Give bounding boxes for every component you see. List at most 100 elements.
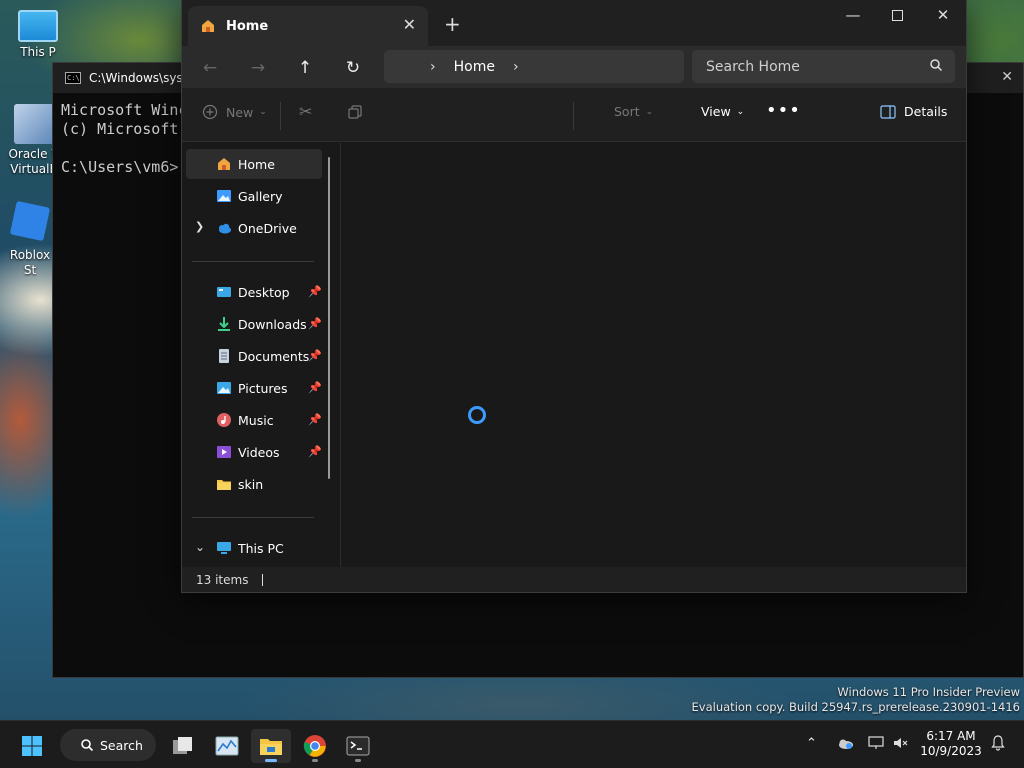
address-bar[interactable]: › Home › [384, 50, 684, 83]
volume-muted-icon[interactable] [893, 736, 909, 754]
taskbar-app-task-manager[interactable] [207, 729, 247, 763]
task-view-icon [173, 737, 192, 754]
pin-icon[interactable]: 📌 [308, 317, 322, 330]
pin-icon[interactable]: 📌 [308, 445, 322, 458]
onedrive-tray-icon[interactable] [836, 736, 854, 754]
chevron-right-icon[interactable]: › [430, 59, 436, 75]
sidebar-scrollbar[interactable] [328, 157, 330, 479]
arrow-up-icon: ↑ [297, 58, 313, 78]
plus-circle-icon [202, 104, 218, 120]
watermark-line: Evaluation copy. Build 25947.rs_prerelea… [691, 700, 1020, 714]
sidebar-item-home[interactable]: Home [186, 149, 322, 179]
up-button[interactable]: ↑ [289, 53, 321, 83]
breadcrumb-home[interactable]: Home [454, 59, 495, 75]
home-icon [218, 158, 230, 170]
taskbar: Search ⌃ 6:17 AM 10/9/2023 [0, 720, 1024, 768]
file-explorer-window[interactable]: Home ✕ + — ✕ ← → ↑ ↻ › Home › Search Hom… [181, 0, 967, 593]
pin-icon[interactable]: 📌 [308, 349, 322, 362]
network-icon [868, 736, 884, 749]
sidebar-item-label: Gallery [238, 188, 283, 204]
windows-watermark: Windows 11 Pro Insider Preview Evaluatio… [692, 685, 1020, 715]
clock[interactable]: 6:17 AM 10/9/2023 [916, 729, 986, 759]
minimize-button[interactable]: — [830, 0, 876, 30]
sidebar-item-skin[interactable]: skin [186, 469, 322, 499]
toolbar-divider [573, 102, 574, 130]
pane-splitter[interactable] [340, 143, 341, 567]
notifications-button[interactable] [990, 735, 1006, 755]
tab-home[interactable]: Home ✕ [188, 6, 428, 46]
navigation-bar: ← → ↑ ↻ › Home › Search Home [182, 46, 966, 88]
clock-date: 10/9/2023 [920, 744, 982, 758]
navigation-pane: Home Gallery ❯ OneDrive Desktop 📌 Downlo… [182, 143, 340, 567]
sort-button[interactable]: Sort ⌄ [614, 104, 653, 119]
watermark-line: Windows 11 Pro Insider Preview [837, 685, 1020, 699]
network-icon[interactable] [868, 736, 884, 754]
pin-icon[interactable]: 📌 [308, 285, 322, 298]
sidebar-item-videos[interactable]: Videos 📌 [186, 437, 322, 467]
cmd-close-button[interactable]: ✕ [1001, 69, 1013, 85]
new-button[interactable]: New ⌄ [202, 104, 267, 120]
sidebar-item-this-pc[interactable]: ⌄ This PC [186, 533, 322, 563]
videos-icon [217, 446, 231, 458]
taskbar-search-label: Search [100, 737, 143, 753]
cmd-title: C:\Windows\sys [89, 71, 183, 85]
sidebar-divider [192, 261, 314, 262]
chevron-right-icon[interactable]: › [513, 59, 519, 75]
new-tab-button[interactable]: + [444, 12, 461, 36]
desktop-icon-this-pc[interactable]: This P [10, 10, 66, 60]
cut-button[interactable]: ✂ [299, 102, 312, 121]
sidebar-item-label: Music [238, 412, 274, 428]
close-button[interactable]: ✕ [920, 0, 966, 30]
task-view-button[interactable] [163, 729, 203, 763]
sidebar-item-label: skin [238, 476, 264, 492]
details-label: Details [904, 104, 948, 119]
pin-icon[interactable]: 📌 [308, 381, 322, 394]
clock-time: 6:17 AM [926, 729, 976, 743]
desktop-icon-label: This P [20, 45, 56, 59]
chrome-icon [303, 735, 326, 757]
sidebar-item-label: Desktop [238, 284, 290, 300]
taskbar-search[interactable]: Search [60, 729, 156, 761]
sidebar-item-music[interactable]: Music 📌 [186, 405, 322, 435]
view-button[interactable]: View ⌄ [701, 104, 744, 119]
sidebar-item-onedrive[interactable]: ❯ OneDrive [186, 213, 322, 243]
sidebar-item-desktop[interactable]: Desktop 📌 [186, 277, 322, 307]
chevron-down-icon: ⌄ [259, 107, 267, 117]
running-indicator [312, 759, 318, 762]
back-button[interactable]: ← [194, 53, 226, 83]
taskbar-app-file-explorer[interactable] [251, 729, 291, 763]
file-list-area[interactable] [342, 143, 966, 567]
music-icon [217, 413, 231, 427]
details-pane-icon [880, 104, 896, 119]
start-button[interactable] [12, 729, 52, 763]
sidebar-item-documents[interactable]: Documents 📌 [186, 341, 322, 371]
taskbar-app-chrome[interactable] [295, 729, 335, 763]
desktop-icon-roblox[interactable]: Roblox St [2, 200, 58, 278]
chevron-down-icon[interactable]: ⌄ [195, 540, 205, 554]
copy-button[interactable] [347, 104, 363, 120]
details-button[interactable]: Details [880, 104, 947, 119]
downloads-icon [218, 317, 230, 331]
sidebar-item-pictures[interactable]: Pictures 📌 [186, 373, 322, 403]
search-box[interactable]: Search Home [692, 50, 955, 83]
more-icon: ••• [766, 100, 801, 121]
sidebar-item-downloads[interactable]: Downloads 📌 [186, 309, 322, 339]
sidebar-item-label: This PC [238, 540, 284, 556]
pictures-icon [217, 382, 231, 394]
arrow-left-icon: ← [202, 58, 218, 78]
cmd-icon: C:\ [65, 72, 81, 84]
refresh-button[interactable]: ↻ [337, 53, 369, 83]
sort-label: Sort [614, 104, 640, 119]
taskbar-app-terminal[interactable] [338, 729, 378, 763]
sidebar-item-gallery[interactable]: Gallery [186, 181, 322, 211]
status-bar: 13 items [182, 567, 966, 592]
tab-close-icon[interactable]: ✕ [403, 15, 416, 34]
active-indicator [265, 759, 277, 762]
chevron-right-icon[interactable]: ❯ [195, 220, 204, 233]
maximize-button[interactable] [874, 0, 920, 30]
refresh-icon: ↻ [345, 58, 361, 78]
see-more-button[interactable]: ••• [766, 100, 801, 121]
show-hidden-icons-button[interactable]: ⌃ [806, 736, 817, 751]
forward-button[interactable]: → [242, 53, 274, 83]
pin-icon[interactable]: 📌 [308, 413, 322, 426]
